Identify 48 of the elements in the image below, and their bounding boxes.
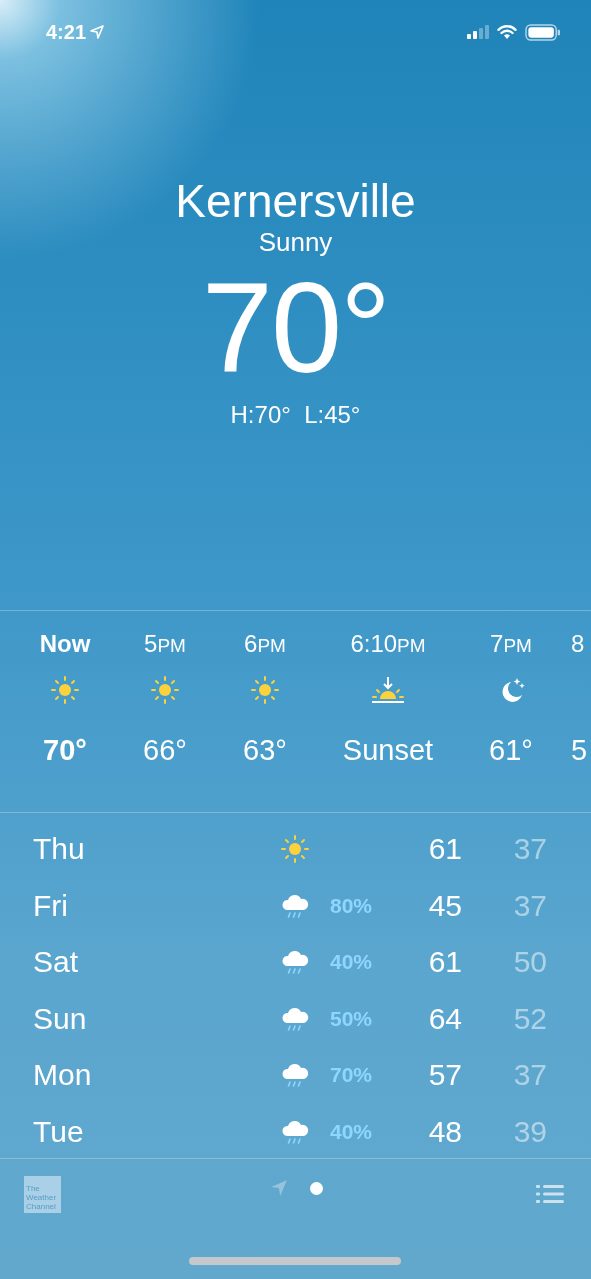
day-name: Mon (33, 1058, 93, 1093)
hour-label: Now (39, 629, 91, 659)
sunset-icon (370, 675, 406, 705)
day-name: Fri (33, 888, 69, 923)
high-temperature: 64 (427, 1001, 462, 1036)
hour-label: 7PM (490, 629, 532, 659)
condition-text: Sunny (258, 226, 333, 258)
status-time: 4:21 (46, 20, 87, 44)
high-temperature: 61 (427, 945, 462, 980)
low-temperature: 52 (512, 1001, 547, 1036)
low-temperature: 37 (512, 832, 547, 867)
hour-temperature: 70° (43, 733, 87, 767)
sun-icon (150, 675, 180, 705)
high-temperature: 48 (427, 1114, 462, 1149)
sun-icon (250, 675, 280, 705)
hour-label: 8 (571, 629, 585, 659)
current-temperature: 70° (201, 264, 390, 392)
list-icon[interactable] (536, 1184, 564, 1204)
signal-icon (467, 25, 489, 39)
low-temperature: 37 (512, 1058, 547, 1093)
high-temperature: 61 (427, 832, 462, 867)
hour-label: 5PM (144, 629, 186, 659)
low-temperature: 37 (512, 888, 547, 923)
precipitation-chance: 80% (330, 893, 373, 917)
day-name: Sat (33, 945, 80, 980)
hour-temperature: 61° (489, 733, 533, 767)
hour-label: 6PM (244, 629, 286, 659)
day-name: Tue (33, 1114, 85, 1149)
wifi-icon (497, 24, 517, 40)
day-name: Thu (33, 832, 86, 867)
high-temperature: 57 (427, 1058, 462, 1093)
hour-label: 6:10PM (350, 629, 426, 659)
sun-icon (280, 834, 310, 865)
low-temperature: 39 (512, 1114, 547, 1149)
high-temperature: 45 (427, 888, 462, 923)
location-page-icon[interactable] (270, 1179, 288, 1197)
day-name: Sun (33, 1001, 88, 1036)
high-low-text: H:70° L:45° (230, 400, 361, 430)
sun-icon (50, 675, 80, 705)
hour-temperature: 5 (571, 733, 588, 767)
hour-temperature: 63° (243, 733, 287, 767)
battery-icon (525, 23, 561, 41)
city-name: Kernersville (175, 174, 416, 228)
page-dot[interactable] (310, 1181, 323, 1195)
weather-channel-logo[interactable]: The Weather Channel (24, 1175, 61, 1213)
low-temperature: 50 (512, 945, 547, 980)
hour-temperature: Sunset (342, 733, 434, 767)
hour-temperature: 66° (143, 733, 187, 767)
